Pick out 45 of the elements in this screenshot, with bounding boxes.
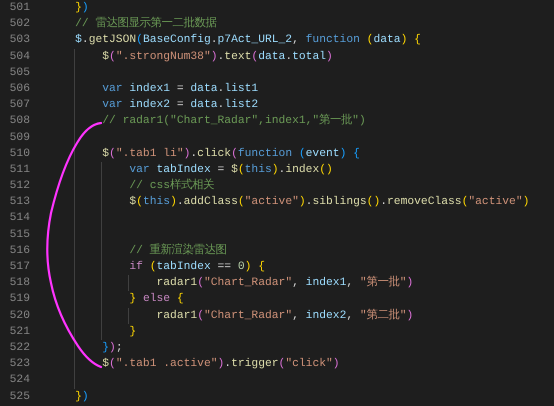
line-number: 504 — [8, 50, 30, 65]
code-line: if (tabIndex == 0) { — [48, 259, 265, 276]
code-line: var index2 = data.list2 — [48, 97, 258, 114]
code-line: } else { — [48, 291, 184, 308]
line-number: 508 — [8, 114, 30, 130]
line-number: 520 — [8, 308, 30, 324]
line-number: 503 — [8, 33, 30, 48]
line-number: 521 — [8, 324, 30, 340]
code-line: var index1 = data.list1 — [48, 80, 258, 98]
line-number: 518 — [8, 276, 30, 292]
line-number: 525 — [8, 390, 30, 404]
code-line: // 雷达图显示第一二批数据 — [74, 16, 216, 32]
code-line: radar1("Chart_Radar", index1, "第一批") — [48, 275, 414, 292]
code-line: }); — [48, 340, 123, 356]
code-line: }) — [74, 390, 89, 404]
line-number: 505 — [8, 66, 30, 81]
line-number: 517 — [8, 260, 30, 275]
code-line: $.getJSON(BaseConfig.p7Act_URL_2, function (data) { — [74, 32, 421, 48]
line-number: 501 — [8, 1, 30, 16]
line-number: 507 — [8, 98, 30, 114]
line-number: 509 — [8, 130, 30, 146]
line-number: 519 — [8, 292, 30, 308]
line-number: 510 — [8, 146, 30, 162]
code-line: // radar1("Chart_Radar",index1,"第一批") — [48, 113, 366, 130]
line-number: 514 — [8, 211, 30, 226]
code-line: // css样式相关 — [48, 178, 214, 194]
code-line: $(this).addClass("active").siblings().removeClass("active") — [48, 194, 530, 210]
code-line: }) — [74, 0, 89, 16]
code-line: } — [48, 324, 136, 340]
line-number: 512 — [8, 179, 30, 194]
code-line: $(".strongNum38").text(data.total) — [48, 48, 333, 65]
code-line: var tabIndex = $(this).index() — [48, 162, 333, 178]
line-number: 523 — [8, 357, 30, 372]
line-number: 522 — [8, 340, 30, 356]
code-line: $(".tab1 .active").trigger("click") — [48, 356, 340, 372]
code-line: radar1("Chart_Radar", index2, "第二批") — [48, 308, 414, 324]
line-number: 513 — [8, 195, 30, 210]
code-line: // 重新渲染雷达图 — [48, 242, 227, 259]
line-number: 511 — [8, 162, 30, 178]
code-line: $(".tab1 li").click(function (event) { — [48, 146, 360, 162]
line-number: 502 — [8, 17, 30, 32]
line-number: 515 — [8, 228, 30, 243]
line-number: 524 — [8, 373, 30, 388]
line-number: 506 — [8, 82, 30, 97]
line-number: 516 — [8, 244, 30, 259]
